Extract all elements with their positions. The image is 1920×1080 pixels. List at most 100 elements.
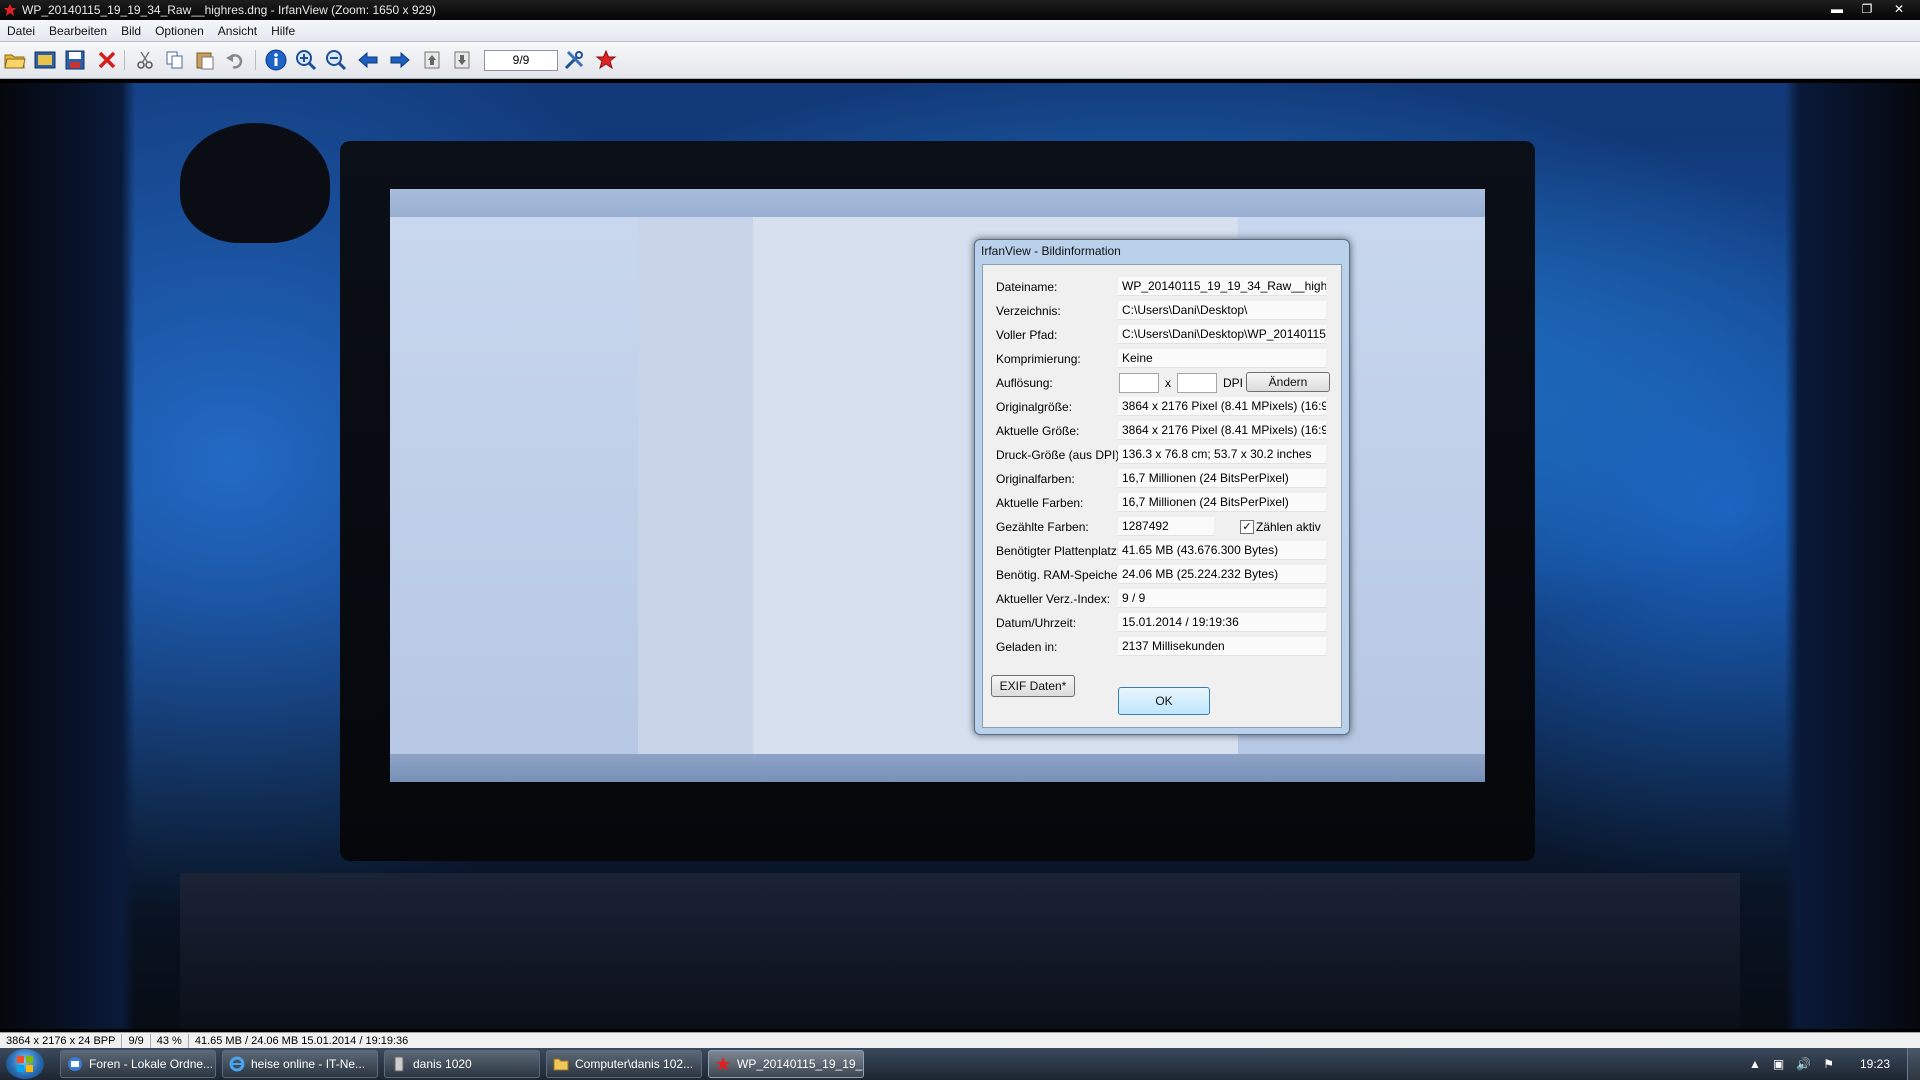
menu-bar: Datei Bearbeiten Bild Optionen Ansicht H…	[0, 20, 1920, 42]
zoom-in-icon[interactable]	[294, 48, 318, 72]
info-label: Gezählte Farben:	[996, 520, 1089, 534]
info-row-dir-index: Aktueller Verz.-Index: 9 / 9	[983, 587, 1341, 611]
menu-bearbeiten[interactable]: Bearbeiten	[42, 24, 114, 38]
email-icon	[68, 1057, 82, 1071]
network-icon[interactable]: ▣	[1773, 1057, 1784, 1071]
windows-logo-icon	[17, 1056, 33, 1072]
ok-button[interactable]: OK	[1118, 687, 1210, 715]
taskbar-item-explorer[interactable]: Computer\danis 102...	[546, 1050, 702, 1078]
settings-icon[interactable]	[562, 48, 586, 72]
image-info-dialog: IrfanView - Bildinformation Dateiname: W…	[974, 239, 1350, 735]
irfanview-app-icon	[4, 4, 16, 16]
save-icon[interactable]	[63, 48, 87, 72]
delete-icon[interactable]	[95, 48, 119, 72]
zoom-out-icon[interactable]	[324, 48, 348, 72]
first-icon[interactable]	[420, 48, 444, 72]
info-row-original-colors: Originalfarben: 16,7 Millionen (24 BitsP…	[983, 467, 1341, 491]
open-icon[interactable]	[3, 48, 27, 72]
cut-icon[interactable]	[133, 48, 157, 72]
info-label: Verzeichnis:	[996, 304, 1061, 318]
info-label: Originalgröße:	[996, 400, 1073, 414]
exit-icon[interactable]	[594, 48, 618, 72]
info-value: 24.06 MB (25.224.232 Bytes)	[1118, 565, 1326, 584]
exif-data-button[interactable]: EXIF Daten*	[991, 675, 1075, 697]
task-label: Foren - Lokale Ordne...	[89, 1057, 214, 1071]
taskbar-item-irfanview[interactable]: WP_20140115_19_19_...	[708, 1050, 864, 1078]
menu-ansicht[interactable]: Ansicht	[211, 24, 264, 38]
toolbar: 9/9	[0, 42, 1920, 79]
info-row-disk-size: Benötigter Plattenplatz: 41.65 MB (43.67…	[983, 539, 1341, 563]
info-value: 1287492	[1118, 517, 1214, 536]
irfanview-icon	[716, 1057, 730, 1071]
dpi-y-input[interactable]	[1177, 373, 1217, 393]
info-value: 15.01.2014 / 19:19:36	[1118, 613, 1326, 632]
info-value[interactable]: WP_20140115_19_19_34_Raw__highres.d	[1118, 277, 1326, 296]
info-label: Aktueller Verz.-Index:	[996, 592, 1111, 606]
next-icon[interactable]	[388, 48, 412, 72]
info-value: 9 / 9	[1118, 589, 1326, 608]
image-viewer[interactable]	[0, 79, 1920, 1032]
info-label: Aktuelle Größe:	[996, 424, 1080, 438]
info-row-counted-colors: Gezählte Farben: 1287492 ✓ Zählen aktiv	[983, 515, 1341, 539]
info-icon[interactable]	[264, 48, 288, 72]
phone-icon	[394, 1056, 404, 1072]
dialog-body: Dateiname: WP_20140115_19_19_34_Raw__hig…	[982, 264, 1342, 728]
menu-hilfe[interactable]: Hilfe	[264, 24, 302, 38]
task-label: danis 1020	[413, 1057, 472, 1071]
window-title: WP_20140115_19_19_34_Raw__highres.dng - …	[22, 3, 436, 17]
status-image-dimensions: 3864 x 2176 x 24 BPP	[0, 1034, 123, 1048]
page-number-field[interactable]: 9/9	[484, 50, 558, 71]
info-label: Benötig. RAM-Speicher:	[996, 568, 1125, 582]
info-label: Voller Pfad:	[996, 328, 1058, 342]
previous-icon[interactable]	[356, 48, 380, 72]
info-row-current-size: Aktuelle Größe: 3864 x 2176 Pixel (8.41 …	[983, 419, 1341, 443]
info-label: Druck-Größe (aus DPI):	[996, 448, 1123, 462]
info-value: 16,7 Millionen (24 BitsPerPixel)	[1118, 469, 1326, 488]
taskbar-item-thunderbird[interactable]: Foren - Lokale Ordne...	[60, 1050, 216, 1078]
info-row-filename: Dateiname: WP_20140115_19_19_34_Raw__hig…	[983, 275, 1341, 299]
thumbnails-icon[interactable]	[33, 48, 57, 72]
taskbar-item-ie[interactable]: heise online - IT-Ne...	[222, 1050, 378, 1078]
taskbar-clock[interactable]: 19:23	[1860, 1057, 1890, 1071]
status-file-info: 41.65 MB / 24.06 MB 15.01.2014 / 19:19:3…	[194, 1035, 409, 1047]
count-colors-checkbox[interactable]: ✓	[1240, 520, 1254, 534]
info-row-compression: Komprimierung: Keine	[983, 347, 1341, 371]
undo-icon[interactable]	[223, 48, 247, 72]
action-center-flag-icon[interactable]: ⚑	[1823, 1057, 1834, 1071]
info-label: Auflösung:	[996, 376, 1053, 390]
photo-image	[0, 83, 1920, 1029]
taskbar-item-phone[interactable]: danis 1020	[384, 1050, 540, 1078]
tray-expand-icon[interactable]: ▲	[1749, 1057, 1761, 1071]
menu-datei[interactable]: Datei	[0, 24, 42, 38]
task-label: Computer\danis 102...	[575, 1057, 694, 1071]
paste-icon[interactable]	[193, 48, 217, 72]
info-row-fullpath: Voller Pfad: C:\Users\Dani\Desktop\WP_20…	[983, 323, 1341, 347]
maximize-button[interactable]: ❐	[1854, 0, 1880, 18]
change-dpi-button[interactable]: Ändern	[1246, 372, 1330, 392]
copy-icon[interactable]	[163, 48, 187, 72]
info-label: Dateiname:	[996, 280, 1058, 294]
info-label: Komprimierung:	[996, 352, 1081, 366]
system-tray: ▲ ▣ 🔊 ⚑ 19:23	[1743, 1048, 1920, 1080]
start-button[interactable]	[6, 1049, 44, 1079]
task-label: WP_20140115_19_19_...	[737, 1057, 864, 1071]
menu-optionen[interactable]: Optionen	[148, 24, 211, 38]
dpi-x-input[interactable]	[1119, 373, 1159, 393]
info-value: 16,7 Millionen (24 BitsPerPixel)	[1118, 493, 1326, 512]
info-value: 3864 x 2176 Pixel (8.41 MPixels) (16:9)	[1118, 421, 1326, 440]
volume-icon[interactable]: 🔊	[1796, 1057, 1811, 1071]
menu-bild[interactable]: Bild	[114, 24, 148, 38]
folder-icon	[553, 1058, 569, 1071]
info-value[interactable]: C:\Users\Dani\Desktop\WP_20140115_19	[1118, 325, 1326, 344]
photo-lamp	[180, 123, 330, 243]
close-button[interactable]: ✕	[1884, 0, 1914, 18]
info-row-original-size: Originalgröße: 3864 x 2176 Pixel (8.41 M…	[983, 395, 1341, 419]
status-file-index: 9/9	[122, 1034, 151, 1048]
minimize-button[interactable]: ▬	[1824, 0, 1850, 18]
info-value: 136.3 x 76.8 cm; 53.7 x 30.2 inches	[1118, 445, 1326, 464]
info-row-resolution: Auflösung: x DPI Ändern	[983, 371, 1341, 395]
show-desktop-button[interactable]	[1907, 1048, 1920, 1080]
last-icon[interactable]	[450, 48, 474, 72]
photo-desk	[180, 873, 1740, 1029]
info-value[interactable]: C:\Users\Dani\Desktop\	[1118, 301, 1326, 320]
